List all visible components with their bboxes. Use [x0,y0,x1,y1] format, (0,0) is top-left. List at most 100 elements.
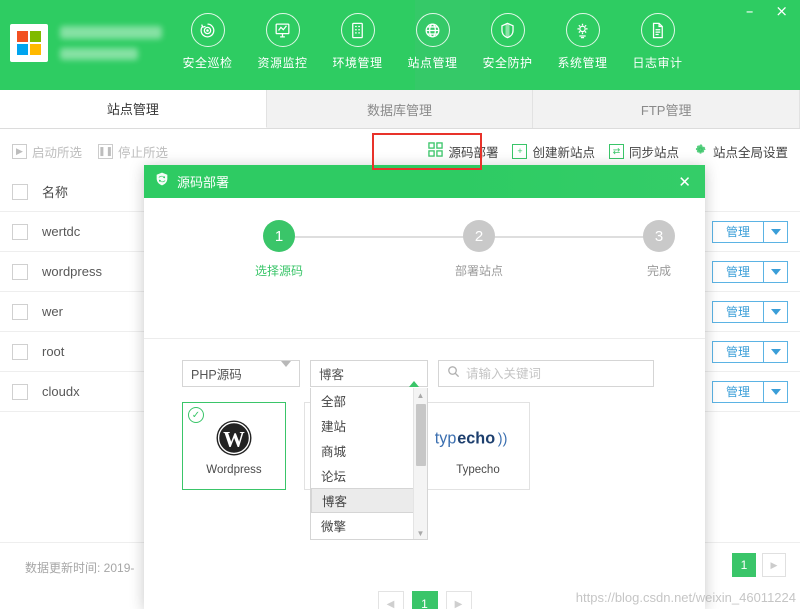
chevron-down-icon [771,309,781,315]
content-tabs: 站点管理 数据库管理 FTP管理 [0,90,800,129]
search-input[interactable] [466,367,645,381]
nav-label: 资源监控 [257,54,307,71]
dialog-prev-page-button[interactable]: ◀ [378,591,404,609]
grid-squares-icon [428,142,443,160]
main-navigation: 安全巡检 资源监控 环境管理 [170,0,695,90]
scroll-down-icon[interactable]: ▼ [414,526,427,540]
nav-item-environment-management[interactable]: 环境管理 [320,0,395,90]
dropdown-option-all[interactable]: 全部 [311,388,413,413]
row-name: wertdc [42,224,80,239]
check-icon: ✓ [188,407,204,423]
row-actions: 管理 [712,341,788,363]
inspection-icon [191,13,225,47]
sync-site-button[interactable]: ⇄ 同步站点 [609,142,679,161]
sync-icon: ⇄ [609,144,624,159]
tab-ftp-management[interactable]: FTP管理 [533,90,800,128]
source-card-typecho[interactable]: typ echo )) Typecho [426,402,530,490]
scrollbar-thumb[interactable] [416,404,426,466]
row-actions: 管理 [712,221,788,243]
select-all-checkbox[interactable] [12,184,28,200]
category-select[interactable]: 博客 [310,360,428,387]
globe-icon [416,13,450,47]
dropdown-scrollbar[interactable]: ▲ ▼ [413,388,427,540]
row-checkbox[interactable] [12,344,28,360]
dialog-body: 1 选择源码 2 部署站点 3 完成 PHP源码 [144,220,705,609]
dropdown-option-sitebuild[interactable]: 建站 [311,413,413,438]
dropdown-option-weiqing[interactable]: 微擎 [311,513,413,538]
minimize-button[interactable]: – [740,2,760,20]
scroll-up-icon[interactable]: ▲ [414,388,427,402]
chevron-down-icon [281,367,291,381]
tab-database-management[interactable]: 数据库管理 [267,90,534,128]
manage-button[interactable]: 管理 [712,381,764,403]
close-window-button[interactable]: × [769,2,794,20]
wordpress-logo: W [214,416,254,460]
nav-item-log-audit[interactable]: 日志审计 [620,0,695,90]
row-name: cloudx [42,384,80,399]
pause-icon: ❚❚ [98,144,113,159]
svg-text:)): )) [498,431,508,447]
step-complete: 3 完成 [614,220,704,280]
row-checkbox[interactable] [12,264,28,280]
row-actions: 管理 [712,381,788,403]
app-window: – × 安全巡检 [0,0,800,609]
tab-site-management[interactable]: 站点管理 [0,90,267,128]
dropdown-option-forum[interactable]: 论坛 [311,463,413,488]
source-deploy-label: 源码部署 [448,142,498,161]
row-name: wer [42,304,63,319]
source-deploy-button[interactable]: 源码部署 [428,142,498,161]
window-controls: – × [740,2,794,20]
keyword-search-box[interactable] [438,360,654,387]
dropdown-option-mall[interactable]: 商城 [311,438,413,463]
dropdown-option-blog[interactable]: 博客 [311,488,428,513]
windows-logo-icon [10,24,48,62]
nav-label: 站点管理 [407,54,457,71]
nav-label: 安全防护 [482,54,532,71]
manage-dropdown-button[interactable] [764,301,788,323]
nav-item-system-management[interactable]: 系统管理 [545,0,620,90]
close-icon[interactable]: ✕ [674,173,695,191]
shield-icon [491,13,525,47]
source-card-name: Typecho [456,464,499,476]
create-site-button[interactable]: + 创建新站点 [512,142,595,161]
source-card-wordpress[interactable]: ✓ W Wordpress [182,402,286,490]
nav-label: 日志审计 [632,54,682,71]
manage-dropdown-button[interactable] [764,381,788,403]
svg-text:W: W [223,427,245,451]
nav-label: 安全巡检 [182,54,232,71]
step-indicator: 1 选择源码 2 部署站点 3 完成 [184,220,665,294]
manage-button[interactable]: 管理 [712,301,764,323]
dialog-next-page-button[interactable]: ▶ [446,591,472,609]
page-1-button[interactable]: 1 [732,553,756,577]
nav-item-security-protection[interactable]: 安全防护 [470,0,545,90]
dialog-page-1-button[interactable]: 1 [412,591,438,609]
row-name: root [42,344,64,359]
gear-icon [566,13,600,47]
start-selected-button[interactable]: ▶ 启动所选 [12,142,82,161]
manage-button[interactable]: 管理 [712,341,764,363]
next-page-button[interactable]: ▶ [762,553,786,577]
source-deploy-dialog: 源码部署 ✕ 1 选择源码 2 部署站点 3 完成 [144,165,705,609]
nav-item-resource-monitor[interactable]: 资源监控 [245,0,320,90]
nav-item-site-management[interactable]: 站点管理 [395,0,470,90]
row-checkbox[interactable] [12,224,28,240]
global-site-settings-button[interactable]: 站点全局设置 [693,142,788,161]
stop-selected-button[interactable]: ❚❚ 停止所选 [98,142,168,161]
row-checkbox[interactable] [12,304,28,320]
row-checkbox[interactable] [12,384,28,400]
svg-text:typ: typ [435,429,457,447]
source-type-select[interactable]: PHP源码 [182,360,300,387]
app-header: – × 安全巡检 [0,0,800,90]
manage-button[interactable]: 管理 [712,221,764,243]
step-label: 部署站点 [455,264,503,278]
manage-dropdown-button[interactable] [764,341,788,363]
row-name: wordpress [42,264,102,279]
category-value: 博客 [319,364,344,383]
manage-dropdown-button[interactable] [764,261,788,283]
manage-dropdown-button[interactable] [764,221,788,243]
step-label: 完成 [647,264,671,278]
nav-item-security-inspection[interactable]: 安全巡检 [170,0,245,90]
manage-button[interactable]: 管理 [712,261,764,283]
step-select-source: 1 选择源码 [234,220,324,280]
column-header-name: 名称 [42,182,68,201]
